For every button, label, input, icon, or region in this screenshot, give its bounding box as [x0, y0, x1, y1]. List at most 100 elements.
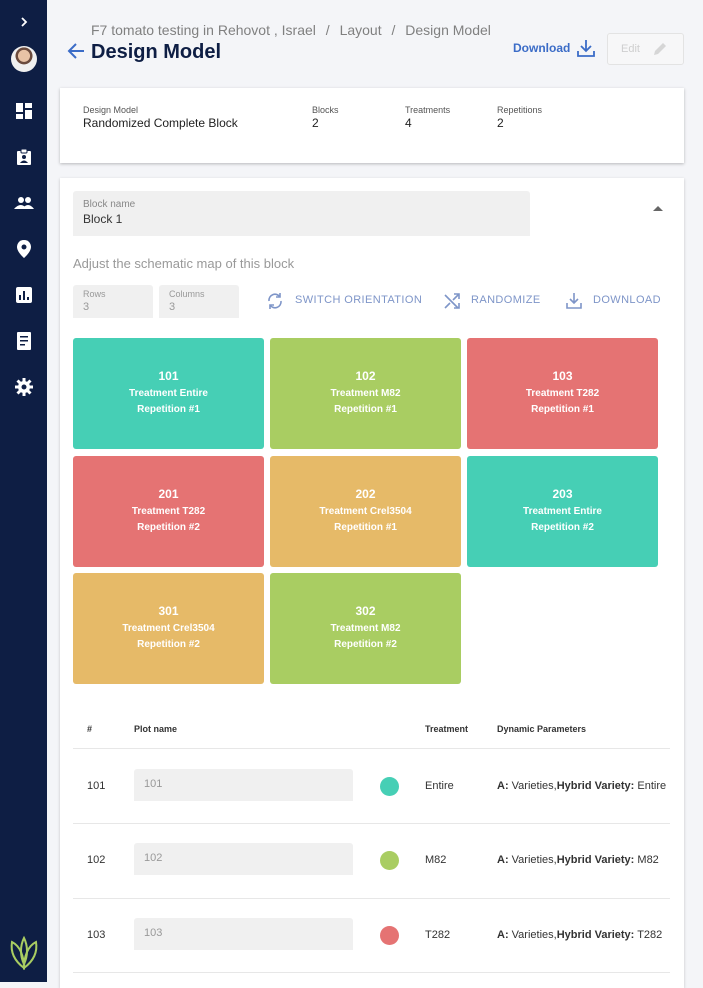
- breadcrumb-item-trial[interactable]: F7 tomato testing in Rehovot , Israel: [91, 22, 316, 38]
- plot-name-value: 101: [144, 778, 163, 790]
- row-treatment: T282: [425, 929, 451, 941]
- tile-repetition: Repetition #2: [531, 522, 594, 533]
- tile-repetition: Repetition #1: [334, 522, 397, 533]
- design-model-label: Design Model: [83, 105, 139, 115]
- tile-treatment: Treatment Crel3504: [319, 506, 412, 517]
- tile-number: 201: [158, 487, 179, 501]
- dyn-hybrid-label: Hybrid Variety:: [556, 780, 635, 792]
- settings-gear-icon[interactable]: [0, 375, 47, 399]
- plot-tile[interactable]: 202 Treatment Crel3504 Repetition #1: [270, 456, 461, 567]
- dashboard-icon[interactable]: [0, 99, 47, 123]
- plot-name-input[interactable]: 102: [134, 843, 353, 875]
- column-header-treatment: Treatment: [425, 724, 469, 734]
- treatment-color-dot: [380, 926, 399, 945]
- avatar[interactable]: [11, 46, 37, 72]
- plot-tile[interactable]: 102 Treatment M82 Repetition #1: [270, 338, 461, 449]
- breadcrumb-separator: /: [391, 22, 396, 38]
- row-number: 101: [87, 780, 106, 792]
- treatments-label: Treatments: [405, 105, 451, 115]
- pencil-icon: [654, 43, 666, 55]
- dyn-a-label: A:: [497, 929, 509, 941]
- sidebar: [0, 0, 47, 982]
- leaf-logo-icon: [6, 934, 42, 971]
- dyn-hybrid-value: T282: [634, 929, 663, 941]
- design-model-info: Design Model Randomized Complete Block: [83, 105, 238, 130]
- row-dynamic-parameters: A: Varieties,Hybrid Variety: Entire: [497, 780, 671, 792]
- row-treatment: M82: [425, 854, 447, 866]
- columns-value: 3: [169, 301, 176, 313]
- rows-field[interactable]: Rows 3: [73, 285, 153, 318]
- edit-button[interactable]: Edit: [607, 33, 684, 65]
- plot-name-input[interactable]: 101: [134, 769, 353, 801]
- plot-tile[interactable]: 201 Treatment T282 Repetition #2: [73, 456, 264, 567]
- randomize-button[interactable]: RANDOMIZE: [471, 294, 541, 306]
- shuffle-icon[interactable]: [443, 292, 461, 315]
- expand-sidebar-icon[interactable]: [0, 10, 47, 34]
- breadcrumb-item-layout[interactable]: Layout: [340, 22, 382, 38]
- block-name-label: Block name: [83, 199, 136, 210]
- plot-tile[interactable]: 302 Treatment M82 Repetition #2: [270, 573, 461, 684]
- adjust-instructions: Adjust the schematic map of this block: [73, 256, 295, 271]
- tile-repetition: Repetition #1: [531, 404, 594, 415]
- tile-treatment: Treatment T282: [131, 506, 206, 517]
- tile-number: 302: [355, 604, 376, 618]
- design-model-value: Randomized Complete Block: [83, 116, 238, 130]
- blocks-label: Blocks: [312, 105, 339, 115]
- tile-treatment: Treatment Entire: [129, 388, 208, 399]
- switch-orientation-button[interactable]: SWITCH ORIENTATION: [295, 294, 422, 306]
- dyn-hybrid-label: Hybrid Variety:: [556, 929, 635, 941]
- plot-tile[interactable]: 103 Treatment T282 Repetition #1: [467, 338, 658, 449]
- clipboard-icon[interactable]: [0, 145, 47, 169]
- dyn-hybrid-label: Hybrid Variety:: [556, 854, 635, 866]
- download-map-button[interactable]: DOWNLOAD: [593, 294, 661, 306]
- row-divider: [73, 898, 670, 899]
- treatments-value: 4: [405, 116, 412, 130]
- row-dynamic-parameters: A: Varieties,Hybrid Variety: T282: [497, 929, 671, 941]
- download-icon[interactable]: [576, 38, 596, 58]
- download-link[interactable]: Download: [513, 41, 570, 55]
- breadcrumb-item-design-model: Design Model: [405, 22, 491, 38]
- plot-name-input[interactable]: 103: [134, 918, 353, 950]
- repetitions-label: Repetitions: [497, 105, 543, 115]
- switch-orientation-icon[interactable]: [266, 292, 284, 315]
- plot-tile[interactable]: 203 Treatment Entire Repetition #2: [467, 456, 658, 567]
- columns-label: Columns: [169, 289, 205, 299]
- block-name-value: Block 1: [83, 212, 123, 226]
- back-arrow-icon[interactable]: [66, 41, 86, 61]
- dyn-a-value: Varieties,: [508, 929, 557, 941]
- tile-repetition: Repetition #2: [137, 639, 200, 650]
- people-icon[interactable]: [0, 191, 47, 215]
- row-divider: [73, 972, 670, 973]
- row-treatment: Entire: [425, 780, 454, 792]
- plot-name-value: 103: [144, 927, 163, 939]
- tile-number: 103: [552, 369, 573, 383]
- bar-chart-icon[interactable]: [0, 283, 47, 307]
- columns-field[interactable]: Columns 3: [159, 285, 239, 318]
- block-name-field[interactable]: Block name Block 1: [73, 191, 530, 236]
- document-icon[interactable]: [0, 329, 47, 353]
- row-divider: [73, 823, 670, 824]
- row-number: 103: [87, 929, 106, 941]
- tile-treatment: Treatment T282: [525, 388, 600, 399]
- blocks-info: Blocks 2: [312, 105, 339, 130]
- page-title: Design Model: [91, 41, 222, 63]
- tile-repetition: Repetition #1: [334, 404, 397, 415]
- dyn-a-label: A:: [497, 780, 509, 792]
- tile-number: 203: [552, 487, 573, 501]
- column-header-dynamic-parameters: Dynamic Parameters: [497, 724, 587, 734]
- collapse-caret-icon[interactable]: [652, 199, 664, 217]
- breadcrumb: F7 tomato testing in Rehovot , Israel / …: [91, 22, 497, 38]
- plot-tile[interactable]: 101 Treatment Entire Repetition #1: [73, 338, 264, 449]
- repetitions-info: Repetitions 2: [497, 105, 542, 130]
- download-map-icon[interactable]: [565, 292, 583, 315]
- plot-tile[interactable]: 301 Treatment Crel3504 Repetition #2: [73, 573, 264, 684]
- blocks-value: 2: [312, 116, 319, 130]
- breadcrumb-separator: /: [325, 22, 330, 38]
- row-number: 102: [87, 854, 106, 866]
- tile-treatment: Treatment Entire: [523, 506, 602, 517]
- tile-treatment: Treatment M82: [330, 388, 401, 399]
- plot-name-value: 102: [144, 852, 163, 864]
- tile-treatment: Treatment Crel3504: [122, 623, 215, 634]
- tile-number: 202: [355, 487, 376, 501]
- location-pin-icon[interactable]: [0, 237, 47, 261]
